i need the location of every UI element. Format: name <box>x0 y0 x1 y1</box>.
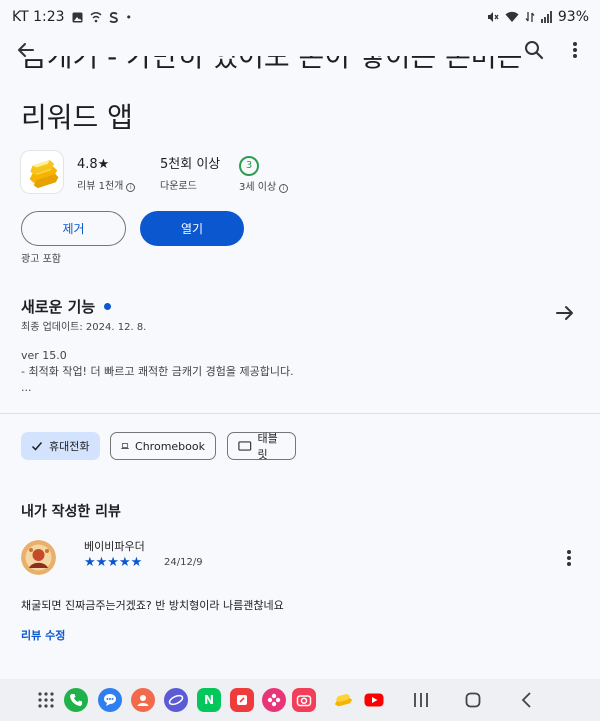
back-nav-icon <box>521 692 531 708</box>
rating-stat[interactable]: 4.8★ 리뷰 1천개 i <box>77 157 136 194</box>
chip-chromebook[interactable]: Chromebook <box>110 432 216 460</box>
open-button[interactable]: 열기 <box>140 211 244 246</box>
chip-chromebook-label: Chromebook <box>135 439 205 453</box>
checkmark-icon <box>31 442 43 451</box>
gold-app[interactable] <box>331 688 355 712</box>
camera-app[interactable] <box>292 688 316 712</box>
rating-value: 4.8★ <box>77 157 110 172</box>
naver-app[interactable]: N <box>197 688 221 712</box>
edit-review-link[interactable]: 리뷰 수정 <box>21 627 65 643</box>
star-rating: ★★★★★ <box>84 555 143 570</box>
downloads-label: 다운로드 <box>160 181 197 192</box>
review-date: 24/12/9 <box>164 557 203 568</box>
last-updated: 최종 업데이트: 2024. 12. 8. <box>21 322 147 333</box>
chip-phone[interactable]: 휴대전화 <box>21 432 100 460</box>
naver-icon: N <box>203 693 215 707</box>
messages-icon <box>104 694 116 706</box>
battery-level: 93% <box>557 9 589 25</box>
downloads-stat: 5천회 이상 다운로드 <box>160 157 220 194</box>
my-review-heading: 내가 작성한 리뷰 <box>21 504 121 520</box>
contacts-icon <box>137 695 149 706</box>
reviewer-name: 베이비파우더 <box>84 540 145 553</box>
info-icon: i <box>126 182 136 192</box>
app-title-line1: 금캐기 - 가만히 있어도 돈이 쌓이는 돈버는 <box>21 56 523 73</box>
new-indicator-dot <box>104 303 112 310</box>
status-left: KT 1:23 • <box>12 9 132 25</box>
review-more-button[interactable] <box>558 546 580 570</box>
youtube-app[interactable] <box>362 688 386 712</box>
phone-icon <box>70 694 82 706</box>
messages-app[interactable] <box>98 688 122 712</box>
wifi-icon <box>505 11 519 22</box>
gold-bars-icon <box>29 160 59 189</box>
mute-icon <box>487 12 499 22</box>
wifi-call-icon <box>90 11 102 22</box>
whats-new-arrow-button[interactable] <box>552 300 578 326</box>
phone-app[interactable] <box>64 688 88 712</box>
volte-icon <box>525 12 535 22</box>
gold-app-icon <box>334 693 353 707</box>
chip-tablet[interactable]: 태블릿 <box>227 432 296 461</box>
changelog-version: ver 15.0 <box>21 349 67 362</box>
contacts-app[interactable] <box>131 688 155 712</box>
app-icon <box>21 151 63 193</box>
rating-label: 리뷰 1천개 <box>77 181 124 192</box>
gallery-flower-icon <box>267 693 281 707</box>
home-button[interactable] <box>462 689 484 711</box>
changelog-note: - 최적화 작업! 더 빠르고 쾌적한 금캐기 경험을 제공합니다. <box>21 365 294 378</box>
s-pay-icon <box>109 11 118 23</box>
age-label: 3세 이상 <box>239 182 277 193</box>
arrow-right-icon <box>556 306 573 320</box>
app-drawer-icon <box>38 692 54 708</box>
internet-app[interactable] <box>164 688 188 712</box>
chip-tablet-label: 태블릿 <box>257 432 278 461</box>
gallery-icon <box>72 12 83 22</box>
uninstall-button[interactable]: 제거 <box>21 211 126 246</box>
review-text: 채굴되면 진짜금주는거겠죠? 반 방치형이라 나름괜찮네요 <box>21 599 284 612</box>
chip-phone-label: 휴대전화 <box>49 440 90 453</box>
home-icon <box>465 692 481 708</box>
back-nav-button[interactable] <box>516 689 538 711</box>
avatar <box>21 540 56 575</box>
info-icon: i <box>279 183 289 193</box>
section-divider <box>0 413 600 414</box>
reviewer-avatar-image <box>21 540 56 575</box>
whats-new-title: 새로운 기능 <box>21 298 96 316</box>
app-title-line2: 리워드 앱 <box>21 101 133 134</box>
more-vertical-icon <box>567 550 571 566</box>
youtube-icon <box>364 693 384 707</box>
notes-app[interactable] <box>230 688 254 712</box>
age-rating-stat[interactable]: 3 3세 이상 i <box>239 156 289 195</box>
status-right: 93% <box>487 9 589 25</box>
carrier-time: KT 1:23 <box>12 9 65 25</box>
downloads-value: 5천회 이상 <box>160 157 221 172</box>
camera-icon <box>296 695 312 707</box>
age-badge: 3 <box>239 156 259 176</box>
contains-ads-label: 광고 포함 <box>21 254 61 265</box>
gallery-app[interactable] <box>262 688 286 712</box>
dot-icon: • <box>125 10 133 24</box>
recents-button[interactable] <box>410 689 432 711</box>
tablet-icon <box>238 441 252 451</box>
signal-icon <box>540 11 552 23</box>
laptop-icon <box>121 443 129 449</box>
notes-icon <box>237 695 247 705</box>
bottom-dock: N <box>0 679 600 721</box>
internet-icon <box>168 694 184 706</box>
recents-icon <box>414 693 428 707</box>
changelog-ellipsis: ... <box>21 381 32 394</box>
status-bar: KT 1:23 • 93% <box>0 0 600 34</box>
changelog: ver 15.0 - 최적화 작업! 더 빠르고 쾌적한 금캐기 경험을 제공합… <box>21 348 294 396</box>
whats-new-heading[interactable]: 새로운 기능 <box>21 296 112 317</box>
app-drawer-button[interactable] <box>34 688 58 712</box>
